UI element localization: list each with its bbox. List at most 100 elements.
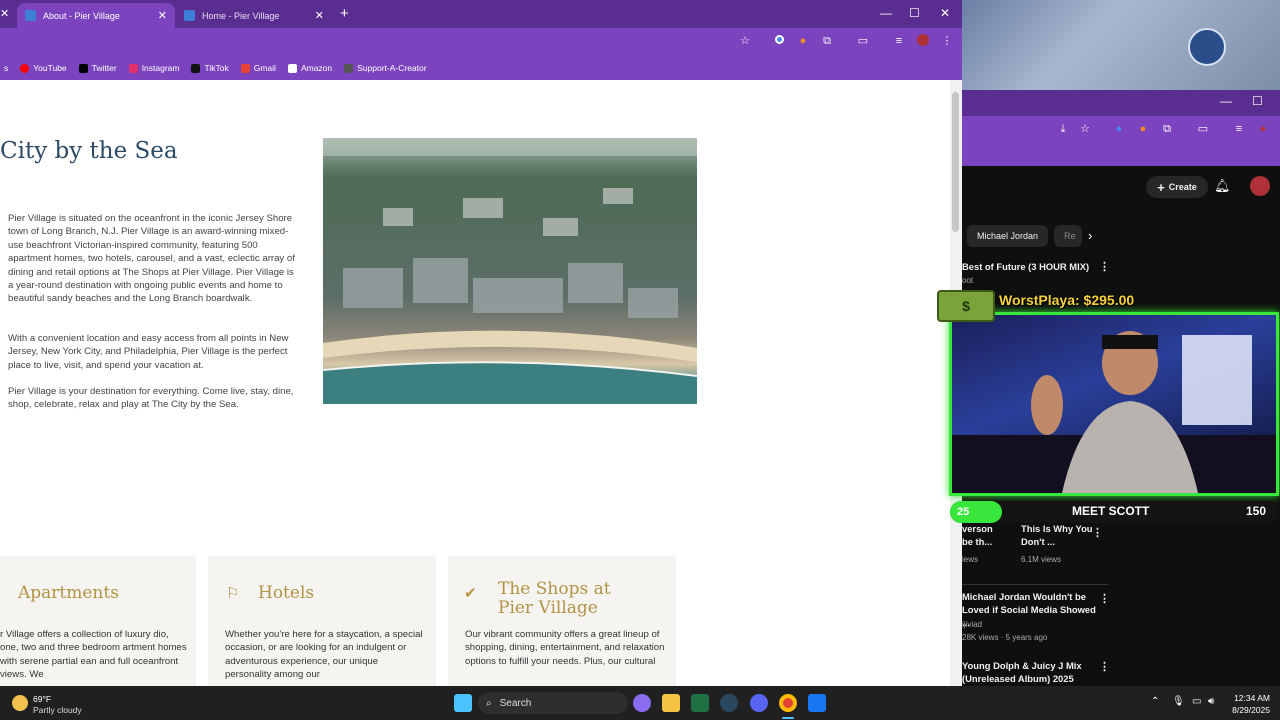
install-app-icon[interactable]: ⤓ bbox=[1056, 122, 1070, 136]
video-title[interactable]: verson be th... bbox=[962, 522, 1002, 548]
video-title[interactable]: Michael Jordan Wouldn't be Loved if Soci… bbox=[962, 590, 1096, 629]
discord-icon[interactable] bbox=[750, 694, 768, 712]
clock-time[interactable]: 12:34 AM bbox=[1228, 693, 1270, 703]
close-tab-icon[interactable]: ✕ bbox=[158, 9, 167, 22]
profile-avatar-icon[interactable]: ● bbox=[1256, 122, 1270, 136]
weather-condition[interactable]: Partly cloudy bbox=[33, 705, 82, 715]
scrollbar-thumb[interactable] bbox=[952, 92, 959, 232]
excel-icon[interactable] bbox=[691, 694, 709, 712]
bookmark-label: TikTok bbox=[204, 63, 229, 73]
bookmark-instagram[interactable]: Instagram bbox=[128, 63, 179, 73]
card-title: Hotels bbox=[258, 583, 315, 603]
steam-icon[interactable] bbox=[720, 694, 738, 712]
bookmark-overflow[interactable]: s bbox=[4, 63, 8, 73]
tab-about[interactable]: About - Pier Village ✕ bbox=[17, 3, 175, 28]
bookmark-label: Amazon bbox=[300, 63, 333, 73]
card-shops[interactable]: ✔ The Shops at Pier Village Our vibrant … bbox=[448, 556, 676, 686]
extension-fox-icon[interactable]: ● bbox=[796, 34, 810, 48]
bookmark-gmail[interactable]: Gmail bbox=[240, 63, 276, 73]
windows-start-icon[interactable] bbox=[454, 694, 472, 712]
tray-overflow-icon[interactable]: ⌃ bbox=[1151, 696, 1159, 707]
profile-avatar-icon[interactable] bbox=[916, 34, 930, 48]
display-icon[interactable]: ▭ bbox=[1192, 696, 1201, 707]
bookmark-star-icon[interactable]: ☆ bbox=[738, 34, 752, 48]
taskbar: 69°F Partly cloudy ⌕ Search ⌃ 🎙︎ ▭ 🔊︎ 12… bbox=[0, 686, 1280, 720]
amazon-icon bbox=[287, 63, 297, 73]
copilot-icon[interactable] bbox=[633, 694, 651, 712]
bookmarks-bar bbox=[962, 142, 1280, 166]
card-hotels[interactable]: ⚐ Hotels Whether you're here for a stayc… bbox=[208, 556, 436, 686]
close-window-button[interactable]: ✕ bbox=[940, 6, 950, 20]
chrome-icon[interactable] bbox=[779, 694, 797, 712]
cast-icon[interactable]: ▭ bbox=[856, 34, 870, 48]
microphone-icon[interactable]: 🎙︎ bbox=[1172, 696, 1185, 707]
pier-village-favicon-icon bbox=[25, 10, 36, 21]
video-title[interactable]: Young Dolph & Juicy J Mix (Unreleased Al… bbox=[962, 659, 1096, 685]
chip-more[interactable]: Re bbox=[1054, 225, 1082, 247]
maximize-button[interactable]: ☐ bbox=[909, 6, 920, 20]
address-toolbar: ⤓ ☆ ● ● ⧉ ▭ ≡ ● bbox=[962, 116, 1280, 142]
bookmark-support-a-creator[interactable]: Support-A-Creator bbox=[344, 63, 427, 73]
video-meta: oot bbox=[962, 276, 974, 285]
youtube-icon bbox=[20, 63, 30, 73]
channel-name[interactable]: ijiviad bbox=[962, 620, 982, 629]
webcam-overlay bbox=[949, 312, 1279, 496]
facebook-icon[interactable] bbox=[808, 694, 826, 712]
chip-label: Michael Jordan bbox=[977, 231, 1039, 241]
bookmark-label: Support-A-Creator bbox=[357, 63, 427, 73]
bookmark-amazon[interactable]: Amazon bbox=[287, 63, 333, 73]
extensions-puzzle-icon[interactable]: ⧉ bbox=[820, 34, 834, 48]
extension-fox-icon[interactable]: ● bbox=[1136, 122, 1150, 136]
tab-strip: — ☐ bbox=[962, 90, 1280, 116]
video-menu-icon[interactable]: ⋮ bbox=[1099, 260, 1110, 273]
extension-blue-icon[interactable]: ● bbox=[1112, 122, 1126, 136]
video-title[interactable]: This Is Why You Don't ... bbox=[1021, 522, 1093, 548]
weather-temperature[interactable]: 69°F bbox=[33, 694, 51, 704]
video-meta: iews bbox=[962, 555, 979, 564]
close-tab-icon[interactable]: ✕ bbox=[315, 9, 324, 22]
support-a-creator-icon bbox=[344, 63, 354, 73]
check-circle-icon: ✔ bbox=[464, 585, 477, 602]
card-title: The Shops at Pier Village bbox=[498, 579, 611, 618]
extensions-puzzle-icon[interactable]: ⧉ bbox=[1160, 122, 1174, 136]
bookmark-youtube[interactable]: YouTube bbox=[20, 63, 67, 73]
menu-kebab-icon[interactable]: ⋮ bbox=[940, 34, 954, 48]
maximize-button[interactable]: ☐ bbox=[1252, 94, 1263, 108]
account-avatar[interactable] bbox=[1250, 176, 1270, 196]
create-button[interactable]: + Create bbox=[1146, 176, 1208, 198]
bookmark-tiktok[interactable]: TikTok bbox=[191, 63, 229, 73]
chip-michael-jordan[interactable]: Michael Jordan bbox=[967, 225, 1049, 247]
card-apartments[interactable]: Apartments r Village offers a collection… bbox=[0, 556, 196, 686]
chrome-active-indicator bbox=[782, 717, 794, 719]
cast-icon[interactable]: ▭ bbox=[1196, 122, 1210, 136]
media-controls-icon[interactable]: ≡ bbox=[892, 34, 906, 48]
file-explorer-icon[interactable] bbox=[662, 694, 680, 712]
tab-home[interactable]: Home - Pier Village ✕ bbox=[176, 3, 332, 28]
weather-icon[interactable] bbox=[12, 695, 28, 711]
card-title: Apartments bbox=[18, 583, 119, 603]
aerial-beach-photo bbox=[323, 138, 697, 404]
video-meta: 6.1M views bbox=[1021, 555, 1062, 564]
video-title[interactable]: Best of Future (3 HOUR MIX) bbox=[962, 260, 1092, 273]
tab-scroll-close[interactable]: ✕ bbox=[0, 7, 9, 20]
bookmark-twitter[interactable]: Twitter bbox=[78, 63, 117, 73]
video-menu-icon[interactable]: ⋮ bbox=[1099, 592, 1110, 605]
media-controls-icon[interactable]: ≡ bbox=[1232, 122, 1246, 136]
new-tab-button[interactable]: + bbox=[340, 5, 349, 22]
chip-label: Re bbox=[1064, 231, 1076, 241]
divider bbox=[962, 584, 1108, 585]
extension-blue-icon[interactable] bbox=[772, 34, 786, 48]
notifications-bell-icon[interactable]: 🔔︎ bbox=[1214, 178, 1231, 194]
video-menu-icon[interactable]: ⋮ bbox=[1099, 660, 1110, 673]
bookmark-label: YouTube bbox=[33, 63, 67, 73]
location-paragraph: With a convenient location and easy acce… bbox=[8, 333, 289, 371]
minimize-button[interactable]: — bbox=[880, 6, 892, 20]
bookmark-star-icon[interactable]: ☆ bbox=[1078, 122, 1092, 136]
minimize-button[interactable]: — bbox=[1220, 94, 1232, 108]
volume-icon[interactable]: 🔊︎ bbox=[1208, 696, 1214, 707]
taskbar-search[interactable]: ⌕ Search bbox=[478, 692, 628, 714]
flag-icon: ⚐ bbox=[226, 585, 240, 602]
chevron-right-icon[interactable]: › bbox=[1088, 228, 1092, 243]
clock-date[interactable]: 8/29/2025 bbox=[1218, 705, 1270, 715]
video-menu-icon[interactable]: ⋮ bbox=[1092, 526, 1103, 539]
